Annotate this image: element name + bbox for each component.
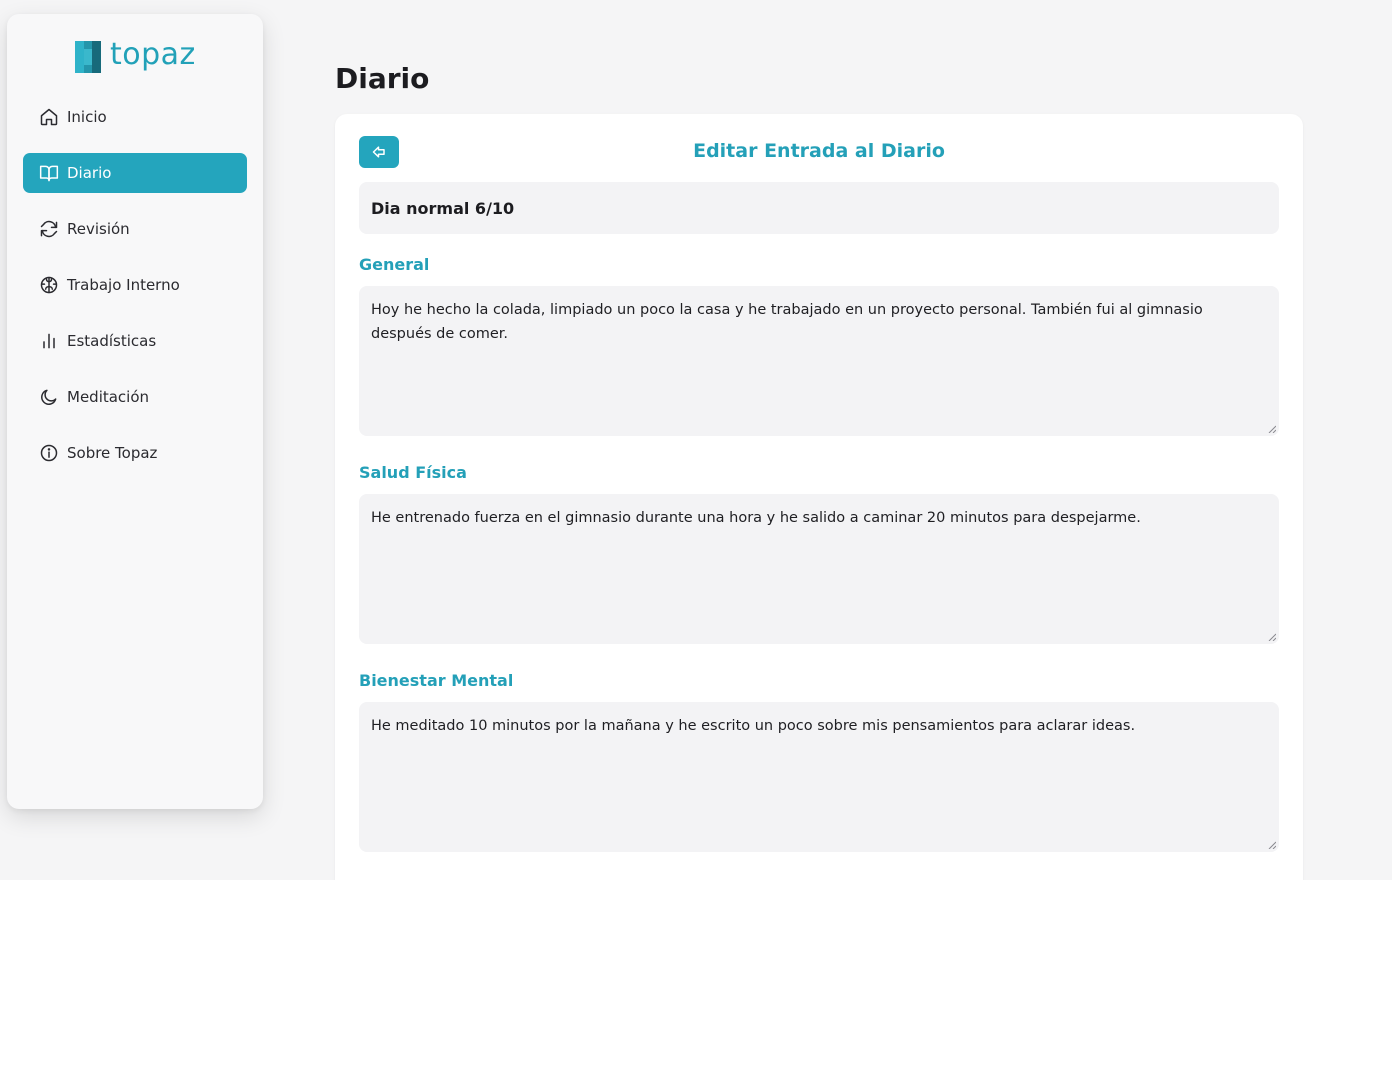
logo[interactable]: topaz xyxy=(75,40,196,74)
sidebar-item-label: Inicio xyxy=(67,108,107,126)
sidebar: topaz Inicio Diario Revisión Trabajo Int… xyxy=(7,14,263,809)
editor-heading: Editar Entrada al Diario xyxy=(693,140,945,162)
journal-editor-card: Editar Entrada al Diario Dia normal 6/10… xyxy=(335,114,1303,880)
home-icon xyxy=(39,107,59,127)
sidebar-item-sobre-topaz[interactable]: Sobre Topaz xyxy=(23,433,247,473)
sidebar-item-revision[interactable]: Revisión xyxy=(23,209,247,249)
sidebar-item-label: Diario xyxy=(67,164,112,182)
general-text: Hoy he hecho la colada, limpiado un poco… xyxy=(371,302,1203,342)
resize-handle-icon[interactable] xyxy=(1268,425,1276,433)
sidebar-nav: Inicio Diario Revisión Trabajo Interno E… xyxy=(23,97,247,489)
book-open-icon xyxy=(39,163,59,183)
sidebar-item-label: Meditación xyxy=(67,388,150,406)
field-label-bienestar-mental: Bienestar Mental xyxy=(359,671,514,690)
sidebar-item-label: Estadísticas xyxy=(67,332,157,350)
field-label-salud-fisica: Salud Física xyxy=(359,463,467,482)
resize-handle-icon[interactable] xyxy=(1268,841,1276,849)
moon-icon xyxy=(39,387,59,407)
topaz-logo-icon xyxy=(75,41,101,73)
general-textarea[interactable]: Hoy he hecho la colada, limpiado un poco… xyxy=(359,286,1279,436)
sidebar-item-meditacion[interactable]: Meditación xyxy=(23,377,247,417)
sidebar-item-label: Trabajo Interno xyxy=(67,276,180,294)
brain-icon xyxy=(39,275,59,295)
refresh-icon xyxy=(39,219,59,239)
sidebar-item-inicio[interactable]: Inicio xyxy=(23,97,247,137)
info-icon xyxy=(39,443,59,463)
sidebar-item-estadisticas[interactable]: Estadísticas xyxy=(23,321,247,361)
bar-chart-icon xyxy=(39,331,59,351)
brand-name: topaz xyxy=(110,37,196,72)
sidebar-item-diario[interactable]: Diario xyxy=(23,153,247,193)
salud-fisica-text: He entrenado fuerza en el gimnasio duran… xyxy=(371,510,1141,526)
resize-handle-icon[interactable] xyxy=(1268,633,1276,641)
field-label-general: General xyxy=(359,255,430,274)
sidebar-item-label: Revisión xyxy=(67,220,130,238)
salud-fisica-textarea[interactable]: He entrenado fuerza en el gimnasio duran… xyxy=(359,494,1279,644)
bienestar-mental-text: He meditado 10 minutos por la mañana y h… xyxy=(371,718,1136,734)
sidebar-item-trabajo-interno[interactable]: Trabajo Interno xyxy=(23,265,247,305)
entry-title-input[interactable]: Dia normal 6/10 xyxy=(359,182,1279,234)
sidebar-item-label: Sobre Topaz xyxy=(67,444,158,462)
page-title: Diario xyxy=(335,62,430,95)
bienestar-mental-textarea[interactable]: He meditado 10 minutos por la mañana y h… xyxy=(359,702,1279,852)
app-window: topaz Inicio Diario Revisión Trabajo Int… xyxy=(0,0,1392,880)
